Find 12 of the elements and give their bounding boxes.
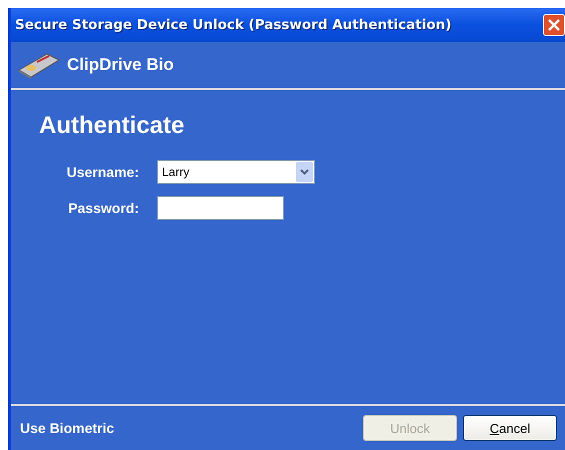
password-field[interactable] bbox=[157, 196, 284, 220]
biometric-link[interactable]: Use Biometric bbox=[20, 420, 114, 436]
dialog-button[interactable]: Cancel bbox=[463, 415, 557, 441]
field-label: Username: bbox=[66, 164, 139, 180]
product-name: ClipDrive Bio bbox=[67, 55, 174, 75]
field-label: Password: bbox=[67, 200, 139, 216]
heading: Authenticate bbox=[39, 112, 186, 140]
window-title: Secure Storage Device Unlock (Password Authentication) bbox=[15, 17, 452, 33]
close-icon bbox=[547, 18, 561, 32]
caret-icon bbox=[296, 162, 313, 182]
username-dropdown[interactable]: Larry bbox=[157, 160, 315, 184]
close-button[interactable] bbox=[543, 14, 565, 36]
